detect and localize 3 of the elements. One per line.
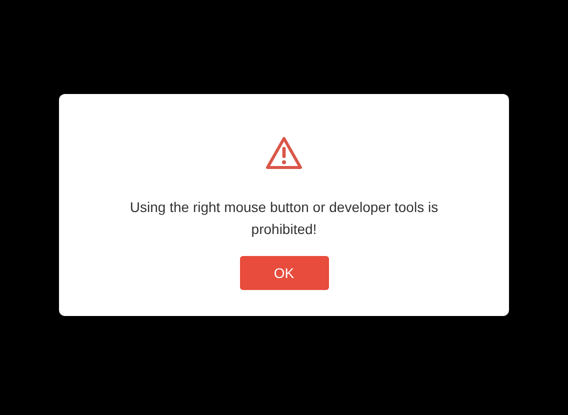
warning-icon: [265, 136, 303, 170]
message-text: Using the right mouse button or developer tools is prohibited!: [128, 198, 440, 239]
ok-button[interactable]: OK: [240, 256, 328, 290]
